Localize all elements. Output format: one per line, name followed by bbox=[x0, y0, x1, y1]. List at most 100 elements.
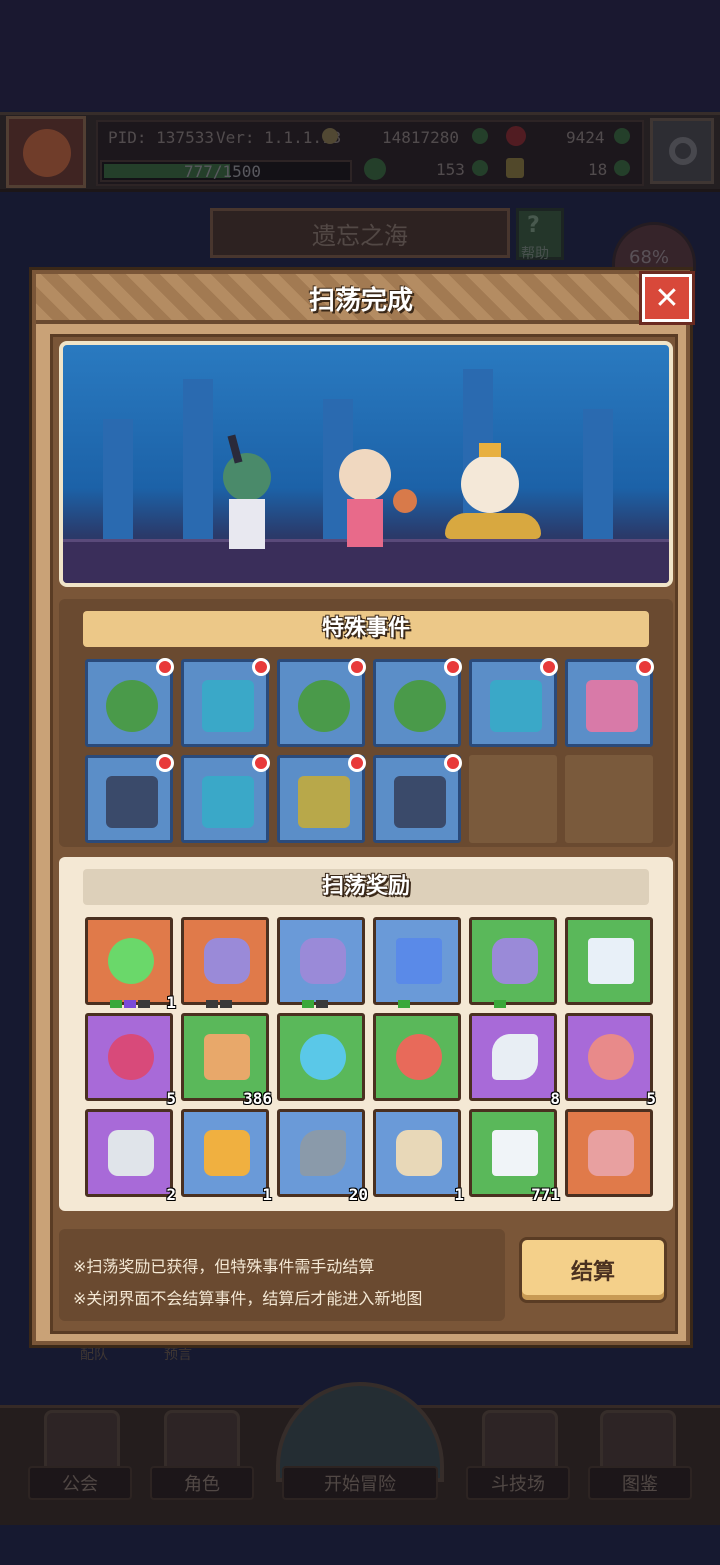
reward-item[interactable]: 20 bbox=[277, 1109, 368, 1204]
special-events-title: 特殊事件 bbox=[83, 611, 649, 647]
event-slot[interactable] bbox=[85, 658, 174, 747]
reward-count: 5 bbox=[646, 1089, 656, 1108]
reward-item[interactable] bbox=[373, 917, 461, 1008]
paw-staff bbox=[393, 489, 417, 513]
golden-shrine-icon bbox=[298, 776, 350, 828]
portal-door-icon bbox=[202, 776, 254, 828]
four-leaf-clover-icon bbox=[108, 938, 154, 984]
hero-body bbox=[347, 499, 383, 547]
special-events-panel: 特殊事件 bbox=[59, 599, 673, 847]
goblin-merchant-icon bbox=[298, 680, 350, 732]
gift-box-icon bbox=[586, 680, 638, 732]
sweep-rewards-title: 扫荡奖励 bbox=[83, 869, 649, 905]
event-slot[interactable] bbox=[277, 658, 366, 747]
new-badge-icon bbox=[156, 754, 174, 772]
background-pillar bbox=[583, 409, 613, 539]
background-pillar bbox=[183, 379, 213, 539]
notice-line-1: ※扫荡奖励已获得，但特殊事件需手动结算 bbox=[73, 1257, 375, 1276]
golden-shell bbox=[445, 513, 541, 539]
quality-gems bbox=[494, 1000, 506, 1008]
settle-button[interactable]: 结算 bbox=[519, 1237, 667, 1303]
reward-count: 386 bbox=[243, 1089, 272, 1108]
reward-item[interactable] bbox=[277, 1013, 365, 1101]
purple-orb-amulet-icon bbox=[492, 938, 538, 984]
reward-item[interactable] bbox=[565, 1109, 653, 1197]
top-system-area bbox=[0, 0, 720, 110]
reward-item[interactable]: 386 bbox=[181, 1013, 272, 1108]
blue-slime-icon bbox=[300, 1034, 346, 1080]
quality-gems bbox=[206, 1000, 232, 1008]
reward-item[interactable] bbox=[181, 917, 269, 1008]
silver-ore-icon bbox=[108, 1130, 154, 1176]
diamond-icon bbox=[492, 1130, 538, 1176]
battle-scene bbox=[59, 341, 673, 587]
bunny-girl-hero bbox=[211, 434, 291, 551]
reward-item[interactable]: 771 bbox=[469, 1109, 560, 1204]
event-slot[interactable] bbox=[181, 658, 270, 747]
reward-item[interactable]: 5 bbox=[85, 1013, 176, 1108]
crown bbox=[479, 443, 501, 457]
new-badge-icon bbox=[252, 754, 270, 772]
goblin-merchant-icon bbox=[106, 680, 158, 732]
reward-count: 8 bbox=[550, 1089, 560, 1108]
notice-line-2: ※关闭界面不会结算事件，结算后才能进入新地图 bbox=[73, 1289, 423, 1308]
reward-count: 1 bbox=[454, 1185, 464, 1204]
event-slot[interactable] bbox=[373, 754, 462, 843]
quality-gems bbox=[398, 1000, 410, 1008]
meat-steak-icon bbox=[588, 1034, 634, 1080]
shell-princess-hero bbox=[441, 435, 545, 551]
event-slot[interactable] bbox=[469, 658, 558, 747]
new-badge-icon bbox=[636, 658, 654, 676]
background-pillar bbox=[103, 419, 133, 539]
reward-item[interactable]: 2 bbox=[85, 1109, 176, 1204]
hero-head bbox=[339, 449, 391, 501]
orange-crystal-icon bbox=[204, 1034, 250, 1080]
close-icon: ✕ bbox=[654, 280, 680, 316]
grey-fish-icon bbox=[300, 1130, 346, 1176]
goblin-merchant-icon bbox=[394, 680, 446, 732]
reward-item[interactable] bbox=[469, 917, 557, 1008]
white-fish-icon bbox=[492, 1034, 538, 1080]
new-badge-icon bbox=[540, 658, 558, 676]
reward-count: 5 bbox=[166, 1089, 176, 1108]
reward-count: 771 bbox=[531, 1185, 560, 1204]
red-slime-icon bbox=[396, 1034, 442, 1080]
reward-item[interactable]: 5 bbox=[565, 1013, 656, 1108]
new-badge-icon bbox=[444, 754, 462, 772]
hero-head bbox=[461, 455, 519, 513]
event-slot[interactable] bbox=[277, 754, 366, 843]
sweep-rewards-panel: 扫荡奖励 1 5 386 8 5 2 1 20 1 771 bbox=[59, 857, 673, 1211]
new-badge-icon bbox=[156, 658, 174, 676]
event-slot[interactable] bbox=[373, 658, 462, 747]
quality-gems bbox=[110, 1000, 150, 1008]
dialog-title: 扫荡完成 bbox=[308, 286, 413, 316]
reward-item[interactable] bbox=[373, 1013, 461, 1101]
reward-item[interactable]: 1 bbox=[373, 1109, 464, 1204]
red-fruit-icon bbox=[108, 1034, 154, 1080]
treasure-chest-icon bbox=[394, 776, 446, 828]
empty-event-slot bbox=[469, 755, 557, 843]
new-badge-icon bbox=[252, 658, 270, 676]
reward-count: 1 bbox=[262, 1185, 272, 1204]
reward-item[interactable] bbox=[565, 917, 653, 1005]
purple-orb-amulet-icon bbox=[204, 938, 250, 984]
dialog-body: 特殊事件 扫荡奖励 1 5 386 8 5 2 1 20 1 771 ※扫荡奖励已获得，但特殊事件… bbox=[50, 334, 678, 1334]
reward-item[interactable]: 1 bbox=[181, 1109, 272, 1204]
event-slot[interactable] bbox=[85, 754, 174, 843]
event-slot[interactable] bbox=[181, 754, 270, 843]
purple-orb-amulet-icon bbox=[300, 938, 346, 984]
portal-door-icon bbox=[490, 680, 542, 732]
close-button[interactable]: ✕ bbox=[642, 274, 692, 322]
treasure-chest-icon bbox=[106, 776, 158, 828]
empty-event-slot bbox=[565, 755, 653, 843]
reward-count: 1 bbox=[166, 993, 176, 1012]
monster-face-icon bbox=[588, 1130, 634, 1176]
reward-count: 20 bbox=[348, 1185, 368, 1204]
reward-item[interactable] bbox=[277, 917, 365, 1008]
bone-icon bbox=[396, 1130, 442, 1176]
hero-head bbox=[223, 453, 271, 501]
reward-item[interactable]: 8 bbox=[469, 1013, 560, 1108]
reward-item[interactable]: 1 bbox=[85, 917, 176, 1012]
event-slot[interactable] bbox=[565, 658, 654, 747]
white-crystal-amulet-icon bbox=[588, 938, 634, 984]
